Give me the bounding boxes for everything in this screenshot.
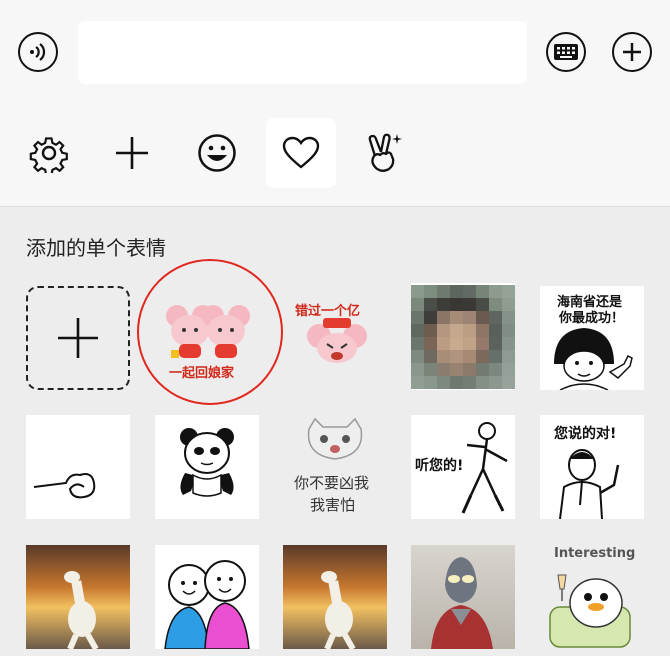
hugging-friends-image (164, 560, 250, 649)
tab-gesture[interactable] (349, 118, 419, 188)
plus-icon (116, 137, 148, 169)
sticker-panda[interactable] (155, 415, 259, 519)
sticker-scared-cat[interactable]: 你不要凶我 我害怕 (283, 415, 387, 519)
victory-hand-icon (368, 133, 402, 172)
sticker-interesting-duck[interactable]: Interesting (540, 545, 644, 649)
sticker-caption: Interesting (554, 546, 636, 561)
tab-emoji[interactable] (182, 118, 252, 188)
sticker-caption: 错过一个亿 (295, 304, 361, 319)
sticker-ultraman[interactable] (411, 545, 515, 649)
section-title: 添加的单个表情 (26, 236, 166, 260)
message-input[interactable] (78, 21, 527, 84)
sticker-mouse-crying[interactable]: 错过一个亿 (283, 286, 387, 390)
sticker-caption-line2: 我害怕 (310, 496, 356, 514)
input-area (0, 0, 670, 207)
plus-circle-icon (623, 43, 641, 61)
sticker-alpaca-1[interactable] (26, 545, 130, 649)
panda-image (180, 428, 234, 497)
add-sticker-button[interactable] (26, 286, 130, 390)
sticker-hugging-friends[interactable] (155, 545, 259, 649)
sticker-pixelated-photo[interactable] (411, 283, 515, 390)
sticker-caption: 听您的! (415, 458, 464, 474)
ultraman-image (431, 557, 493, 649)
tab-favorites[interactable] (266, 118, 336, 188)
heart-icon (282, 136, 320, 169)
sticker-listen-to-you[interactable]: 听您的! (411, 415, 515, 519)
more-options-button[interactable] (612, 32, 652, 72)
alpaca-image (321, 571, 356, 649)
smiley-icon (198, 134, 236, 172)
hand-sketch-image (33, 473, 96, 499)
sticker-hand-sketch[interactable] (26, 415, 130, 519)
sticker-caption: 一起回娘家 (169, 366, 235, 381)
sticker-caption: 您说的对! (554, 426, 617, 442)
tab-settings[interactable] (14, 118, 84, 188)
voice-input-button[interactable] (18, 32, 58, 72)
sticker-mice-couple[interactable]: 一起回娘家 (155, 286, 259, 390)
keyboard-button[interactable] (546, 32, 586, 72)
keyboard-icon (554, 44, 578, 60)
sticker-mushroom-head[interactable]: 海南省还是 你最成功！ (540, 286, 644, 390)
pixelated-face-image (411, 284, 515, 389)
voice-icon (30, 43, 46, 61)
tab-add[interactable] (97, 118, 167, 188)
sticker-you-are-right[interactable]: 您说的对! (540, 415, 644, 519)
sticker-caption-line2: 你最成功！ (559, 311, 625, 326)
sticker-caption-line1: 你不要凶我 (294, 474, 370, 492)
sticker-alpaca-2[interactable] (283, 545, 387, 649)
alpaca-image (64, 571, 99, 649)
plus-icon (58, 318, 98, 358)
gear-icon (29, 137, 68, 173)
